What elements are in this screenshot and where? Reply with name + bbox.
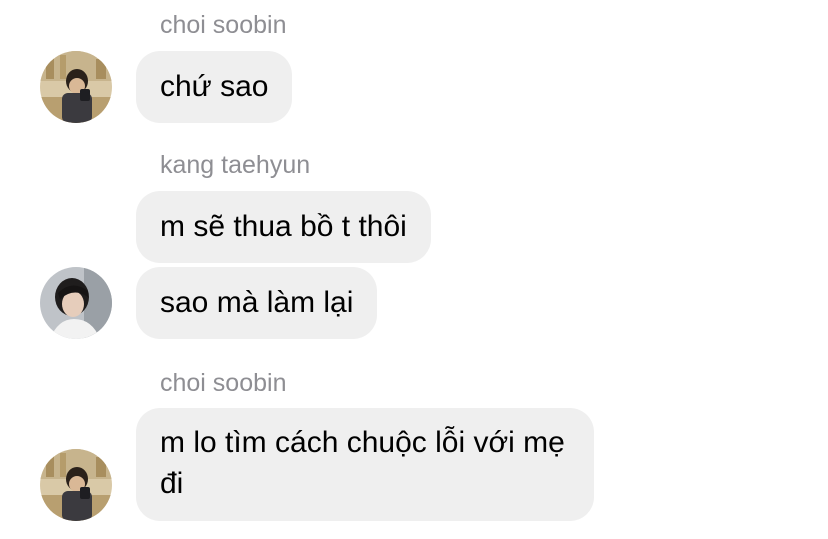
message-bubble[interactable]: m sẽ thua bồ t thôi: [136, 191, 431, 263]
message-text: m lo tìm cách chuộc lỗi với mẹ đi: [160, 426, 565, 500]
message-bubble[interactable]: sao mà làm lại: [136, 267, 378, 339]
message-text: sao mà làm lại: [160, 286, 354, 319]
sender-name: choi soobin: [160, 369, 287, 397]
avatar-soobin[interactable]: [40, 51, 112, 123]
avatar-photo-icon: [40, 51, 112, 123]
chat-thread: choi soobin chứ sao kang taehyun m sẽ th…: [0, 0, 828, 539]
avatar-photo-icon: [40, 267, 112, 339]
message-text: m sẽ thua bồ t thôi: [160, 210, 407, 243]
sender-name: choi soobin: [160, 11, 287, 39]
message-bubble[interactable]: m lo tìm cách chuộc lỗi với mẹ đi: [136, 408, 594, 521]
avatar-taehyun[interactable]: [40, 267, 112, 339]
avatar-soobin[interactable]: [40, 449, 112, 521]
avatar-photo-icon: [40, 449, 112, 521]
message-text: chứ sao: [160, 70, 269, 103]
sender-name: kang taehyun: [160, 151, 311, 179]
message-bubble[interactable]: chứ sao: [136, 51, 293, 123]
